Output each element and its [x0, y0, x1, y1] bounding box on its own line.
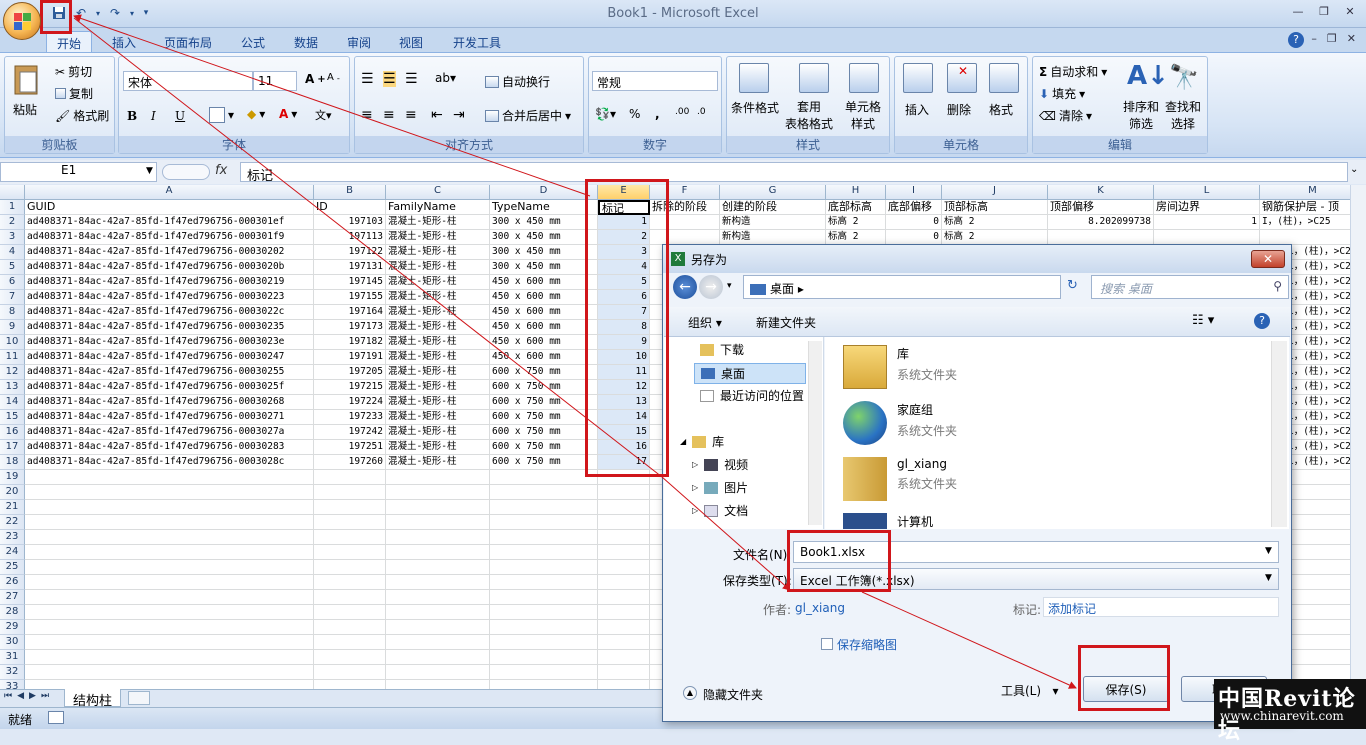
office-logo-icon [14, 13, 22, 21]
watermark: 中国Revit论坛 www.chinarevit.com [1214, 679, 1366, 744]
office-button[interactable] [3, 2, 41, 40]
annotation-arrows [73, 14, 1077, 689]
watermark-url: www.chinarevit.com [1220, 709, 1344, 723]
